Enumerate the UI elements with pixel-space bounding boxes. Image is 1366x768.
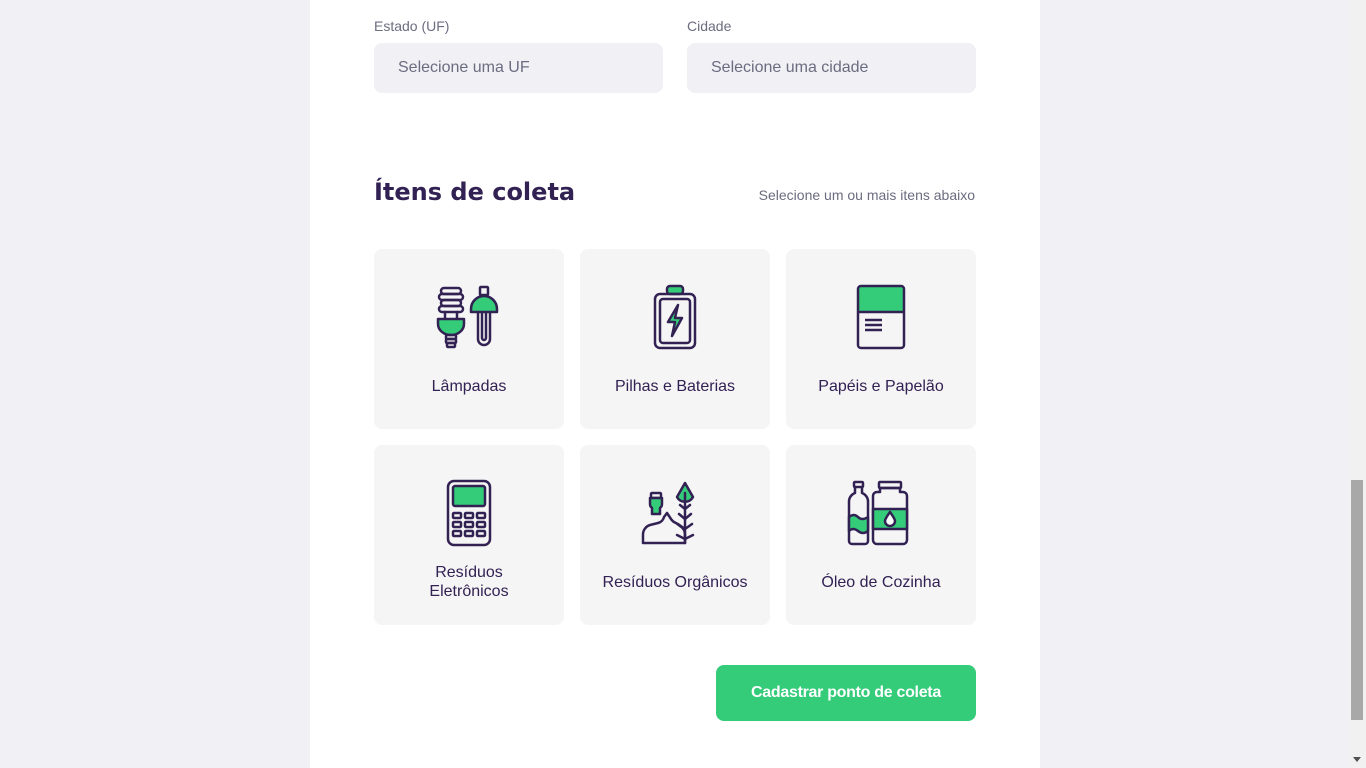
item-label: Papéis e Papelão (818, 377, 944, 395)
item-label: Resíduos Orgânicos (602, 573, 748, 591)
paper-icon (856, 284, 906, 350)
battery-icon (653, 284, 697, 350)
item-pilhas-baterias[interactable]: Pilhas e Baterias (580, 249, 770, 429)
scrollbar[interactable] (1349, 0, 1366, 768)
item-label: Lâmpadas (431, 377, 507, 395)
lamps-icon (436, 285, 499, 349)
electronics-icon (446, 479, 492, 547)
item-label: Óleo de Cozinha (821, 573, 941, 591)
scroll-down-icon[interactable] (1353, 757, 1361, 762)
uf-select[interactable]: Selecione uma UF (374, 43, 663, 93)
city-label: Cidade (687, 18, 732, 34)
organic-icon (641, 481, 695, 545)
city-select[interactable]: Selecione uma cidade (687, 43, 976, 93)
scrollbar-thumb[interactable] (1351, 480, 1363, 720)
item-label: Resíduos Eletrônicos (429, 564, 509, 600)
section-title: Ítens de coleta (374, 178, 576, 206)
item-oleo-cozinha[interactable]: Óleo de Cozinha (786, 445, 976, 625)
item-residuos-eletronicos[interactable]: Resíduos Eletrônicos (374, 445, 564, 625)
submit-button[interactable]: Cadastrar ponto de coleta (716, 665, 976, 721)
uf-label: Estado (UF) (374, 18, 450, 34)
oil-icon (847, 480, 909, 546)
item-papeis-papelao[interactable]: Papéis e Papelão (786, 249, 976, 429)
item-label: Pilhas e Baterias (614, 377, 736, 395)
item-residuos-organicos[interactable]: Resíduos Orgânicos (580, 445, 770, 625)
item-lampadas[interactable]: Lâmpadas (374, 249, 564, 429)
section-hint: Selecione um ou mais itens abaixo (758, 187, 975, 203)
items-grid: Lâmpadas Pilhas e Baterias Papéis e Pape (374, 249, 976, 625)
